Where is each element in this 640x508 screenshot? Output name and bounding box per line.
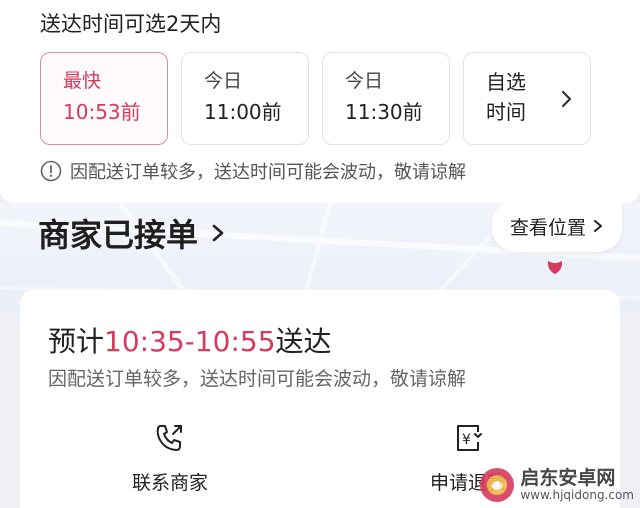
eta-time-range: 10:35-10:55 (104, 325, 276, 358)
delivery-slot-custom[interactable]: 自选 时间 (463, 52, 591, 145)
chevron-right-icon (212, 224, 224, 242)
merchant-status-text: 商家已接单 (38, 216, 199, 254)
refund-receipt-icon: ¥ (457, 425, 482, 451)
phone-call-icon (156, 425, 182, 451)
site-watermark: 启东安卓网 www.hjqidong.com (478, 466, 634, 504)
view-location-button[interactable]: 查看位置 (492, 200, 622, 252)
eta-line: 预计10:35-10:55送达 (48, 320, 332, 360)
eta-prefix: 预计 (48, 325, 105, 358)
location-marker-icon (547, 261, 563, 274)
delivery-notice-text: 因配送订单较多，送达时间可能会波动，敬请谅解 (70, 162, 466, 183)
watermark-text: 启东安卓网 www.hjqidong.com (520, 468, 634, 502)
watermark-name: 启东安卓网 (520, 466, 616, 489)
slot-label: 今日 (204, 70, 243, 92)
watermark-logo-icon (480, 468, 515, 502)
eta-suffix: 送达 (275, 325, 332, 358)
chevron-right-icon (594, 220, 602, 232)
eta-note: 因配送订单较多，送达时间可能会波动，敬请谅解 (48, 368, 467, 390)
chevron-right-icon (561, 90, 572, 108)
view-location-label: 查看位置 (509, 216, 586, 239)
svg-text:¥: ¥ (462, 432, 471, 448)
watermark-url: www.hjqidong.com (520, 487, 634, 502)
delivery-window-title: 送达时间可选2天内 (40, 12, 222, 36)
info-icon (40, 160, 62, 182)
contact-merchant-label: 联系商家 (131, 472, 208, 494)
slot-time: 10:53前 (63, 100, 141, 124)
delivery-slot-1100[interactable]: 今日 11:00前 (181, 52, 309, 145)
slot-time: 11:00前 (204, 100, 282, 124)
delivery-slot-1130[interactable]: 今日 11:30前 (322, 52, 450, 145)
contact-merchant-button[interactable]: 联系商家 (80, 420, 260, 495)
delivery-notice: 因配送订单较多，送达时间可能会波动，敬请谅解 (40, 158, 466, 184)
delivery-time-card: 送达时间可选2天内 最快 10:53前 今日 11:00前 今日 11:30前 … (0, 0, 640, 203)
slot-time: 11:30前 (345, 100, 423, 124)
delivery-slot-list: 最快 10:53前 今日 11:00前 今日 11:30前 自选 时间 (40, 52, 592, 145)
slot-label: 最快 (63, 70, 102, 92)
merchant-status-title[interactable]: 商家已接单 (38, 210, 228, 256)
delivery-slot-fastest[interactable]: 最快 10:53前 (40, 52, 168, 145)
slot-label: 今日 (345, 70, 384, 92)
